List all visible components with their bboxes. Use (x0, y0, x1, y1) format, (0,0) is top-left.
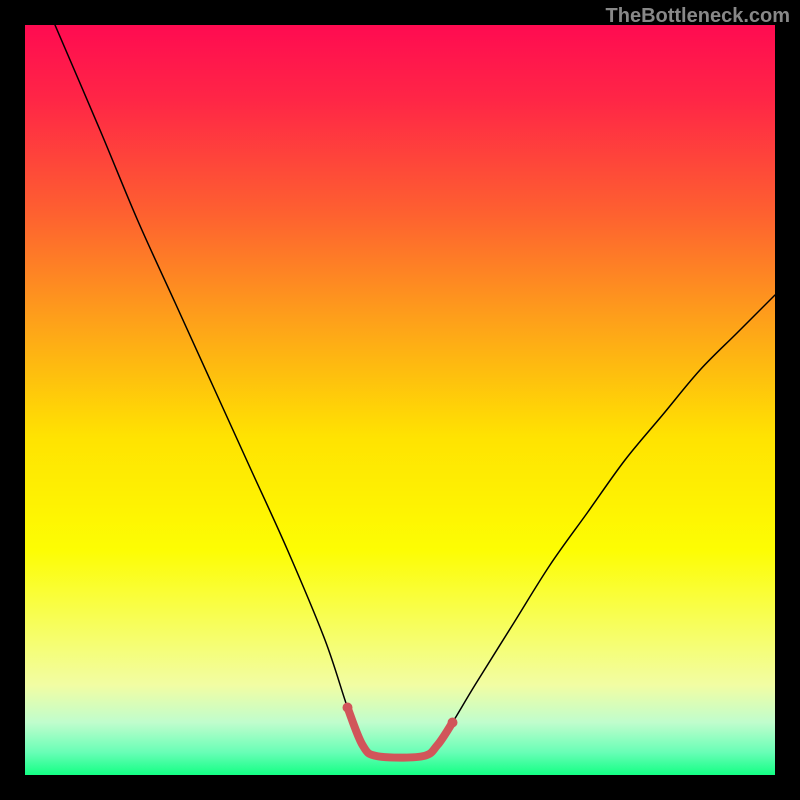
watermark-text: TheBottleneck.com (606, 5, 790, 28)
optimal-zone-endpoint (448, 718, 458, 728)
chart-svg (25, 25, 775, 775)
chart-canvas (25, 25, 775, 775)
optimal-zone-endpoint (343, 703, 353, 713)
chart-background (25, 25, 775, 775)
